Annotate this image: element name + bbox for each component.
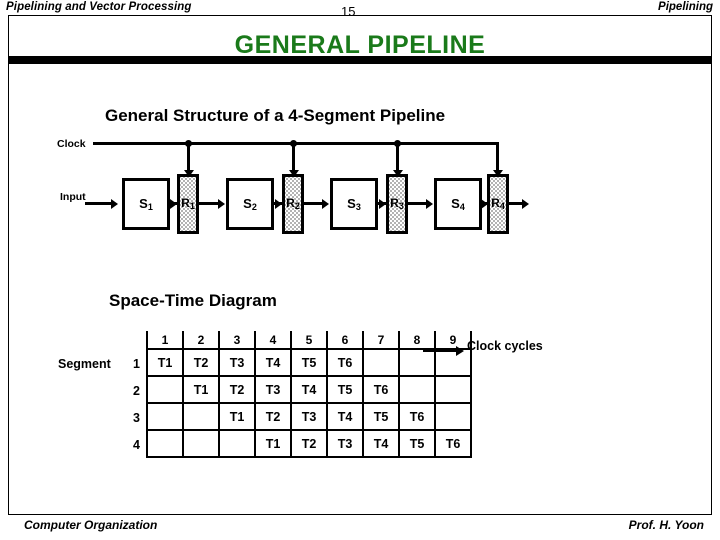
column-header: 1	[146, 331, 184, 350]
column-header: 3	[218, 331, 256, 350]
wire-arrow-r3-s4	[426, 198, 433, 209]
wire-r3-s4	[407, 202, 428, 205]
table-cell	[182, 402, 220, 431]
footer-course-name: Computer Organization	[24, 518, 158, 532]
table-cell: T4	[362, 429, 400, 458]
table-cell: T5	[362, 402, 400, 431]
table-cell	[434, 348, 472, 377]
column-header: 4	[254, 331, 292, 350]
clock-label: Clock	[57, 138, 86, 150]
clock-cycles-label: Clock cycles	[467, 339, 543, 353]
table-header-row: 1 2 3 4 5 6 7 8 9	[146, 331, 472, 350]
table-cell: T6	[326, 348, 364, 377]
wire-arrow-s3-r3	[379, 198, 386, 209]
wire-arrow-r1-s2	[218, 198, 225, 209]
table-cell	[146, 402, 184, 431]
register-box-r4-label: R4	[491, 196, 505, 211]
segment-axis-label: Segment	[58, 357, 111, 371]
table-cell: T3	[290, 402, 328, 431]
wire-arrow-s1-r1	[170, 198, 177, 209]
wire-r1-s2	[198, 202, 219, 205]
column-header: 2	[182, 331, 220, 350]
column-header: 6	[326, 331, 364, 350]
title-divider-rule	[9, 56, 711, 64]
wire-arrow-r2-s3	[322, 198, 329, 209]
column-header: 8	[398, 331, 436, 350]
table-cell	[182, 429, 220, 458]
table-cell	[146, 429, 184, 458]
segment-box-s2: S2	[226, 178, 274, 230]
header-topic-title: Pipelining	[658, 1, 713, 13]
slide-content-frame: GENERAL PIPELINE General Structure of a …	[8, 15, 712, 515]
table-cell: T3	[326, 429, 364, 458]
footer-author: Prof. H. Yoon	[628, 518, 704, 532]
segment-box-s1-label: S1	[139, 195, 153, 212]
segment-row-number-1: 1	[133, 357, 140, 371]
segment-row-number-2: 2	[133, 384, 140, 398]
column-header: 9	[434, 331, 472, 350]
table-cell	[362, 348, 400, 377]
table-cell: T1	[254, 429, 292, 458]
table-cell	[146, 375, 184, 404]
table-row: T1 T2 T3 T4 T5 T6	[146, 348, 472, 377]
input-arrow	[111, 198, 118, 209]
table-cell: T2	[290, 429, 328, 458]
table-cell: T1	[146, 348, 184, 377]
structure-section-heading: General Structure of a 4-Segment Pipelin…	[105, 106, 446, 125]
register-box-r2-label: R2	[286, 196, 300, 211]
table-cell: T6	[362, 375, 400, 404]
clock-cycles-axis-arrow	[456, 345, 464, 356]
register-box-r3-label: R3	[390, 196, 404, 211]
segment-box-s2-label: S2	[243, 195, 257, 212]
input-label: Input	[60, 191, 86, 203]
table-cell	[398, 348, 436, 377]
table-cell	[218, 429, 256, 458]
register-box-r2: R2	[282, 174, 304, 234]
table-cell	[398, 375, 436, 404]
segment-box-s3-label: S3	[347, 195, 361, 212]
spacetime-section-heading: Space-Time Diagram	[109, 291, 277, 310]
table-row: T1 T2 T3 T4 T5 T6	[146, 429, 472, 458]
clock-cycles-axis-line	[423, 349, 457, 352]
table-cell: T1	[182, 375, 220, 404]
register-box-r4: R4	[487, 174, 509, 234]
segment-row-number-4: 4	[133, 438, 140, 452]
segment-row-number-3: 3	[133, 411, 140, 425]
table-cell: T2	[182, 348, 220, 377]
table-cell: T5	[290, 348, 328, 377]
table-row: T1 T2 T3 T4 T5 T6	[146, 402, 472, 431]
table-cell: T3	[254, 375, 292, 404]
segment-box-s3: S3	[330, 178, 378, 230]
wire-r2-s3	[303, 202, 324, 205]
input-wire	[85, 202, 112, 205]
table-cell: T3	[218, 348, 256, 377]
table-cell: T1	[218, 402, 256, 431]
table-cell: T5	[398, 429, 436, 458]
segment-box-s1: S1	[122, 178, 170, 230]
segment-box-s4-label: S4	[451, 195, 465, 212]
segment-box-s4: S4	[434, 178, 482, 230]
table-cell: T6	[398, 402, 436, 431]
register-box-r1-label: R1	[181, 196, 195, 211]
table-cell: T5	[326, 375, 364, 404]
table-cell: T6	[434, 429, 472, 458]
wire-arrow-s2-r2	[275, 198, 282, 209]
table-cell: T4	[290, 375, 328, 404]
table-row: T1 T2 T3 T4 T5 T6	[146, 375, 472, 404]
header-course-title: Pipelining and Vector Processing	[6, 1, 192, 13]
column-header: 7	[362, 331, 400, 350]
output-arrow	[522, 198, 529, 209]
table-cell: T4	[326, 402, 364, 431]
table-cell	[434, 402, 472, 431]
register-box-r3: R3	[386, 174, 408, 234]
table-cell	[434, 375, 472, 404]
table-cell: T2	[218, 375, 256, 404]
table-cell: T4	[254, 348, 292, 377]
table-cell: T2	[254, 402, 292, 431]
register-box-r1: R1	[177, 174, 199, 234]
column-header: 5	[290, 331, 328, 350]
